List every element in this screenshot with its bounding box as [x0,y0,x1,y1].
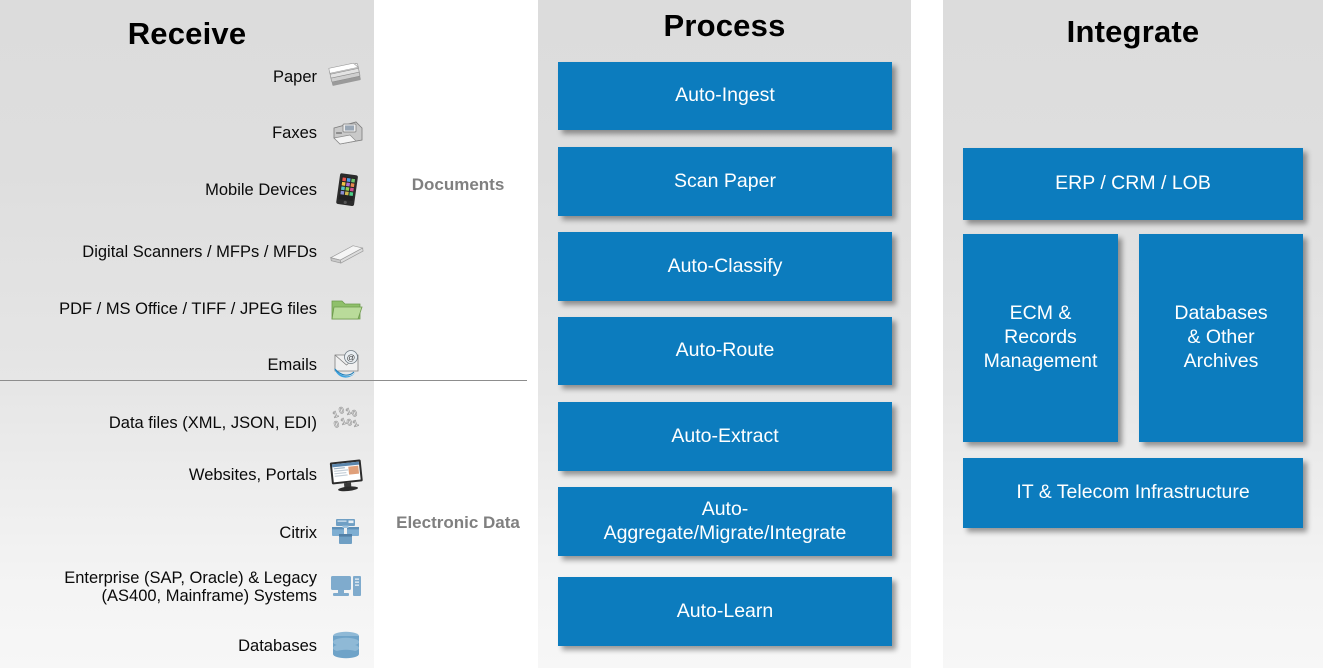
diagram-canvas: Receive Paper Faxes Mobile Devices Digit… [0,0,1323,668]
database-cylinder-icon [326,627,366,665]
process-box-auto-extract[interactable]: Auto-Extract [558,402,892,471]
process-box-auto-ingest[interactable]: Auto-Ingest [558,62,892,130]
process-box-auto-route[interactable]: Auto-Route [558,317,892,385]
process-box-auto-classify[interactable]: Auto-Classify [558,232,892,301]
receive-item-label: Websites, Portals [188,465,317,484]
green-folder-icon [326,290,366,328]
flatbed-scanner-icon [326,233,366,271]
receive-item-websites[interactable]: Websites, Portals [0,456,366,494]
receive-group-divider [0,380,527,381]
receive-item-label: Citrix [279,523,317,542]
receive-column-panel: Receive Paper Faxes Mobile Devices Digit… [0,0,374,668]
binary-data-icon: 1 0 1 0 0 1 0 1 [326,404,366,442]
category-label-documents: Documents [411,175,505,194]
citrix-windows-icon [326,514,366,552]
receive-item-label: PDF / MS Office / TIFF / JPEG files [59,299,317,318]
process-column-title: Process [663,8,786,43]
server-workstation-icon [326,568,366,606]
process-box-scan-paper[interactable]: Scan Paper [558,147,892,216]
receive-item-label: Paper [272,67,317,86]
process-box-auto-learn[interactable]: Auto-Learn [558,577,892,646]
receive-item-emails[interactable]: Emails @ [0,346,366,384]
receive-item-enterprise-legacy[interactable]: Enterprise (SAP, Oracle) & Legacy (AS400… [0,568,366,606]
receive-item-paper[interactable]: Paper [0,58,366,96]
receive-item-databases[interactable]: Databases [0,627,366,665]
receive-item-citrix[interactable]: Citrix [0,514,366,552]
process-column-panel: Process Auto-Ingest Scan Paper Auto-Clas… [538,0,911,668]
integrate-box-databases-other-archives[interactable]: Databases & Other Archives [1139,234,1303,442]
svg-text:1: 1 [352,418,360,429]
process-box-auto-aggregate-migrate-integrate[interactable]: Auto- Aggregate/Migrate/Integrate [558,487,892,556]
receive-item-label: Emails [267,355,317,374]
mobile-tablet-icon [326,171,366,209]
paper-stack-icon [326,58,366,96]
email-envelope-icon: @ [326,346,366,384]
integrate-column-title: Integrate [1066,14,1200,49]
receive-item-files[interactable]: PDF / MS Office / TIFF / JPEG files [0,290,366,328]
receive-item-label: Faxes [272,123,317,142]
receive-item-data-files[interactable]: Data files (XML, JSON, EDI) 1 0 1 0 0 1 … [0,404,366,442]
svg-text:0: 0 [333,419,341,430]
integrate-box-ecm-records-management[interactable]: ECM & Records Management [963,234,1118,442]
integrate-column-panel: Integrate ERP / CRM / LOB ECM & Records … [943,0,1323,668]
receive-column-title: Receive [127,16,247,51]
receive-item-label: Data files (XML, JSON, EDI) [108,413,317,432]
fax-machine-icon [326,114,366,152]
integrate-box-it-telecom-infrastructure[interactable]: IT & Telecom Infrastructure [963,458,1303,528]
receive-item-faxes[interactable]: Faxes [0,114,366,152]
receive-item-mobile-devices[interactable]: Mobile Devices [0,171,366,209]
receive-item-label: Databases [238,636,317,655]
receive-item-label: Enterprise (SAP, Oracle) & Legacy (AS400… [64,568,317,605]
svg-text:@: @ [347,352,356,362]
receive-item-label: Mobile Devices [205,180,317,199]
category-label-electronic-data: Electronic Data [396,513,520,532]
integrate-box-erp-crm-lob[interactable]: ERP / CRM / LOB [963,148,1303,220]
desktop-monitor-icon [326,456,366,494]
receive-item-scanners[interactable]: Digital Scanners / MFPs / MFDs [0,233,366,271]
svg-text:0: 0 [351,408,359,419]
receive-item-label: Digital Scanners / MFPs / MFDs [82,242,317,261]
